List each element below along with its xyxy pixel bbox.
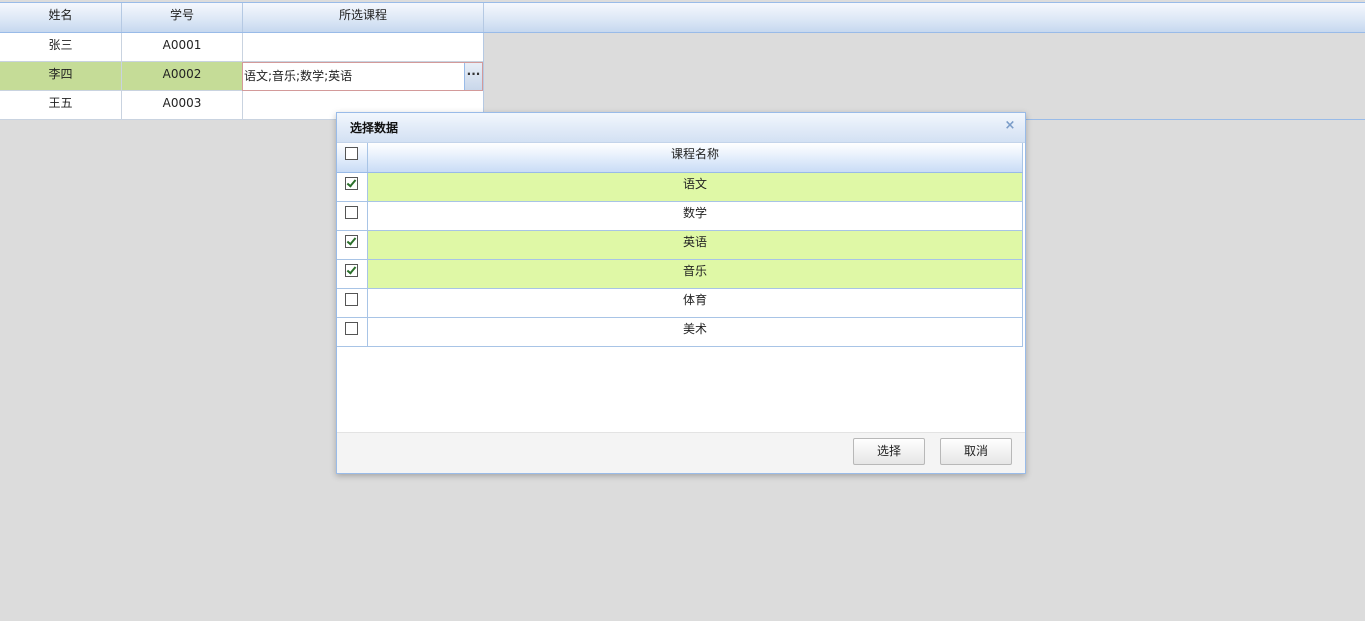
cell-courses[interactable] (243, 33, 483, 61)
cell-name[interactable]: 李四 (0, 62, 122, 90)
ellipsis-picker-button[interactable]: ··· (464, 63, 482, 90)
cell-student-id[interactable]: A0002 (122, 62, 243, 90)
row-checkbox[interactable] (345, 322, 358, 335)
course-name[interactable]: 数学 (368, 202, 1023, 230)
course-name[interactable]: 语文 (368, 173, 1023, 201)
courses-editor[interactable]: 语文;音乐;数学;英语 ··· (242, 62, 483, 91)
column-header-courses[interactable]: 所选课程 (243, 3, 484, 32)
row-checkbox-cell (337, 260, 368, 288)
row-checkbox[interactable] (345, 293, 358, 306)
row-checkbox[interactable] (345, 264, 358, 277)
dialog-footer: 选择 取消 (337, 432, 1025, 473)
row-checkbox[interactable] (345, 206, 358, 219)
select-button[interactable]: 选择 (853, 438, 925, 465)
row-checkbox-cell (337, 318, 368, 346)
row-checkbox-cell (337, 231, 368, 259)
cell-name[interactable]: 张三 (0, 33, 122, 61)
table-row[interactable]: 张三 A0001 (0, 33, 483, 62)
column-header-course-name[interactable]: 课程名称 (368, 143, 1023, 172)
row-checkbox-cell (337, 173, 368, 201)
close-icon[interactable]: × (1003, 119, 1017, 133)
column-header-student-id[interactable]: 学号 (122, 3, 243, 32)
cell-name[interactable]: 王五 (0, 91, 122, 119)
course-row[interactable]: 体育 (337, 289, 1023, 318)
row-checkbox[interactable] (345, 177, 358, 190)
cancel-button[interactable]: 取消 (940, 438, 1012, 465)
courses-editor-value[interactable]: 语文;音乐;数学;英语 (244, 63, 352, 90)
select-all-cell (337, 143, 368, 172)
student-grid: 姓名 学号 所选课程 张三 A0001 李四 A0002 语文;音乐;数学;英语… (0, 2, 1365, 120)
course-name[interactable]: 美术 (368, 318, 1023, 346)
cell-student-id[interactable]: A0003 (122, 91, 243, 119)
column-header-name[interactable]: 姓名 (0, 3, 122, 32)
cell-student-id[interactable]: A0001 (122, 33, 243, 61)
course-name[interactable]: 音乐 (368, 260, 1023, 288)
row-checkbox[interactable] (345, 235, 358, 248)
dialog-title: 选择数据 (350, 121, 399, 135)
grid-header: 姓名 学号 所选课程 (0, 3, 1365, 33)
row-checkbox-cell (337, 202, 368, 230)
dialog-header: 选择数据 × (337, 113, 1025, 143)
row-checkbox-cell (337, 289, 368, 317)
course-name[interactable]: 英语 (368, 231, 1023, 259)
course-row[interactable]: 数学 (337, 202, 1023, 231)
select-data-dialog: 选择数据 × 课程名称 语文 数学 英语 音乐 体育 美术 选择 取消 (336, 112, 1026, 474)
select-all-checkbox[interactable] (345, 147, 358, 160)
course-row[interactable]: 英语 (337, 231, 1023, 260)
course-name[interactable]: 体育 (368, 289, 1023, 317)
course-row[interactable]: 语文 (337, 173, 1023, 202)
course-grid-header: 课程名称 (337, 143, 1023, 173)
grid-body: 张三 A0001 李四 A0002 语文;音乐;数学;英语 ··· 王五 A00… (0, 33, 484, 120)
page: 姓名 学号 所选课程 张三 A0001 李四 A0002 语文;音乐;数学;英语… (0, 0, 1365, 621)
table-row-selected[interactable]: 李四 A0002 语文;音乐;数学;英语 ··· (0, 62, 483, 91)
course-row[interactable]: 音乐 (337, 260, 1023, 289)
course-row[interactable]: 美术 (337, 318, 1023, 347)
